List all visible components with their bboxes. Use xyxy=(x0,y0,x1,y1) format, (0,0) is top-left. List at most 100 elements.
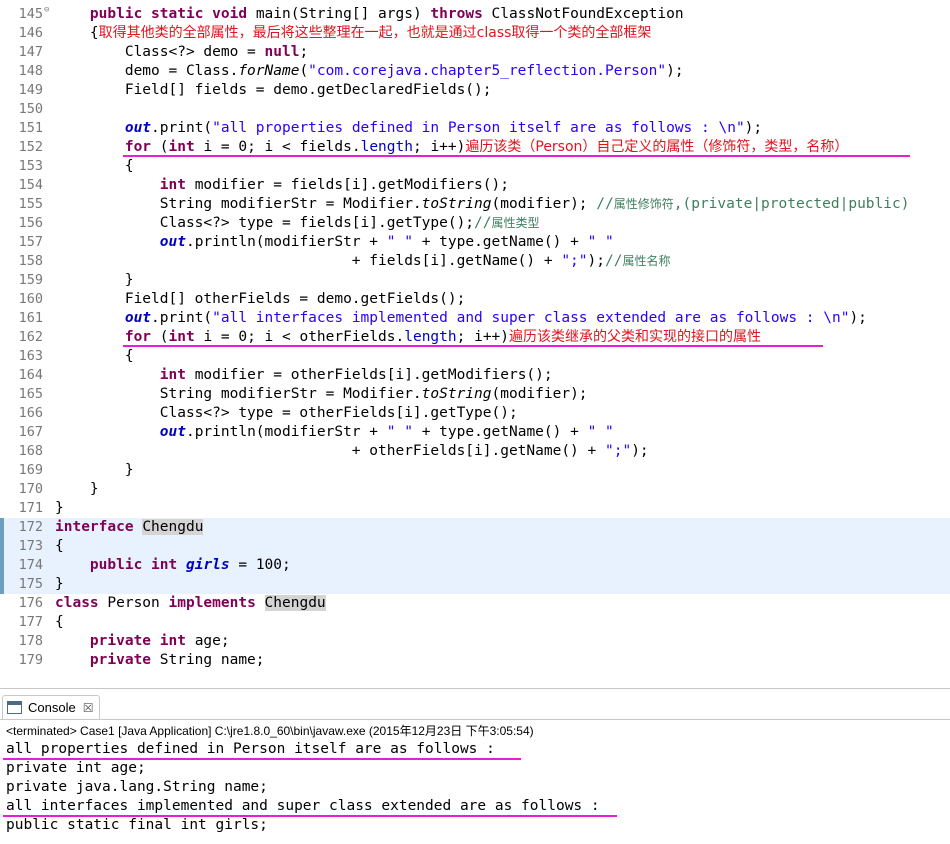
code-line[interactable]: 165 String modifierStr = Modifier.toStri… xyxy=(0,385,950,404)
code-line[interactable]: 176 class Person implements Chengdu xyxy=(0,594,950,613)
code-line[interactable]: 164 int modifier = otherFields[i].getMod… xyxy=(0,366,950,385)
string-token: "all properties defined in Person itself… xyxy=(212,120,745,136)
code-line[interactable]: 147 Class<?> demo = null; xyxy=(0,43,950,62)
fold-toggle-icon[interactable]: ⊖ xyxy=(44,6,51,15)
keyword-token: null xyxy=(264,44,300,60)
code-token: ); xyxy=(666,63,684,79)
code-token: length xyxy=(360,139,413,155)
code-token: toString xyxy=(421,196,492,212)
code-token: ( xyxy=(151,329,169,345)
console-output-line: all properties defined in Person itself … xyxy=(6,741,495,757)
string-token: "all interfaces implemented and super cl… xyxy=(212,310,850,326)
code-editor[interactable]: 145 ⊖ public static void main(String[] ar… xyxy=(0,0,950,688)
code-token: ; i++) xyxy=(412,139,466,155)
code-line[interactable]: 168 + otherFields[i].getName() + ";"); xyxy=(0,442,950,461)
keyword-token: private xyxy=(89,633,152,649)
line-number: 177 xyxy=(18,614,43,630)
code-line[interactable]: 146 {取得其他类的全部属性，最后将这些整理在一起，也就是通过class取得一… xyxy=(0,24,950,43)
line-number: 157 xyxy=(18,234,43,250)
code-line[interactable]: 153 { xyxy=(0,157,950,176)
code-line[interactable]: 170 } xyxy=(0,480,950,499)
code-line[interactable]: 179 private String name; xyxy=(0,651,950,670)
code-line[interactable]: 172 interface Chengdu xyxy=(0,518,950,537)
code-line[interactable]: 173 { xyxy=(0,537,950,556)
code-line[interactable]: 163 { xyxy=(0,347,950,366)
code-token: } xyxy=(55,481,99,497)
code-token: } xyxy=(55,272,134,288)
code-line[interactable]: 178 private int age; xyxy=(0,632,950,651)
keyword-token: for xyxy=(124,139,152,155)
line-number: 165 xyxy=(18,386,43,402)
code-token: { xyxy=(55,158,134,174)
code-token: Class<?> demo = xyxy=(55,44,265,60)
line-number: 171 xyxy=(18,500,43,516)
code-line[interactable]: 151 out.print("all properties defined in… xyxy=(0,119,950,138)
line-number: 164 xyxy=(18,367,43,383)
console-status-text: <terminated> Case1 [Java Application] C:… xyxy=(6,724,534,738)
code-text: String modifierStr = Modifier.toString(m… xyxy=(55,195,910,214)
console-output-line: private int age; xyxy=(6,760,146,776)
annotation-note: 遍历该类继承的父类和实现的接口的属性 xyxy=(509,329,762,345)
console-tab-bar: Console ☒ xyxy=(0,693,950,720)
line-number: 175 xyxy=(18,576,43,592)
code-text: public static void main(String[] args) t… xyxy=(55,5,684,24)
code-line[interactable]: 169 } xyxy=(0,461,950,480)
line-number: 162 xyxy=(18,329,43,345)
code-token: ( xyxy=(151,139,169,155)
tab-console[interactable]: Console ☒ xyxy=(2,695,101,719)
line-number: 150 xyxy=(18,101,43,117)
code-token: .print( xyxy=(151,310,213,326)
code-line[interactable]: 158 + fields[i].getName() + ";");//属性名称 xyxy=(0,252,950,271)
string-token: ";" xyxy=(604,443,632,459)
line-number: 159 xyxy=(18,272,43,288)
code-text: Class<?> type = fields[i].getType();//属性… xyxy=(55,214,540,233)
code-line[interactable]: 166 Class<?> type = otherFields[i].getTy… xyxy=(0,404,950,423)
code-line[interactable]: 149 Field[] fields = demo.getDeclaredFie… xyxy=(0,81,950,100)
code-line[interactable]: 160 Field[] otherFields = demo.getFields… xyxy=(0,290,950,309)
line-number: 146 xyxy=(18,25,43,41)
code-line[interactable]: 167 out.println(modifierStr + " " + type… xyxy=(0,423,950,442)
annotation-note: 遍历该类（Person）自己定义的属性（修饰符，类型，名称） xyxy=(465,139,849,155)
code-token: String modifierStr = Modifier. xyxy=(55,386,422,402)
line-number: 168 xyxy=(18,443,43,459)
line-number: 152 xyxy=(18,139,43,155)
line-number: 151 xyxy=(18,120,43,136)
code-line[interactable]: 177 { xyxy=(0,613,950,632)
console-output-line: private java.lang.String name; xyxy=(6,779,268,795)
code-token: ( xyxy=(299,63,309,79)
code-line[interactable]: 175} xyxy=(0,575,950,594)
code-text: } xyxy=(55,271,134,290)
code-text: private String name; xyxy=(55,651,265,670)
code-token: out xyxy=(124,120,152,136)
code-line[interactable]: 155 String modifierStr = Modifier.toStri… xyxy=(0,195,950,214)
keyword-token: static xyxy=(151,6,204,22)
code-line[interactable]: 171} xyxy=(0,499,950,518)
code-line[interactable]: 156 Class<?> type = fields[i].getType();… xyxy=(0,214,950,233)
code-line[interactable]: 148 demo = Class.forName("com.corejava.c… xyxy=(0,62,950,81)
keyword-token: public xyxy=(89,6,143,22)
line-number: 161 xyxy=(18,310,43,326)
close-icon[interactable]: ☒ xyxy=(83,701,94,715)
code-text: { xyxy=(55,537,64,556)
code-line[interactable]: 145 ⊖ public static void main(String[] ar… xyxy=(0,5,950,24)
code-text: } xyxy=(55,480,99,499)
code-line[interactable]: 150 xyxy=(0,100,950,119)
code-line[interactable]: 159 } xyxy=(0,271,950,290)
code-token: main(String[] args) xyxy=(247,6,431,22)
code-text: out.print("all interfaces implemented an… xyxy=(55,309,867,328)
code-line[interactable]: 174 public int girls = 100; xyxy=(0,556,950,575)
code-line[interactable]: 161 out.print("all interfaces implemente… xyxy=(0,309,950,328)
keyword-token: int xyxy=(159,633,186,649)
code-line[interactable]: 154 int modifier = fields[i].getModifier… xyxy=(0,176,950,195)
code-token: } xyxy=(55,576,64,592)
code-line[interactable]: 157 out.println(modifierStr + " " + type… xyxy=(0,233,950,252)
keyword-token: void xyxy=(212,6,248,22)
